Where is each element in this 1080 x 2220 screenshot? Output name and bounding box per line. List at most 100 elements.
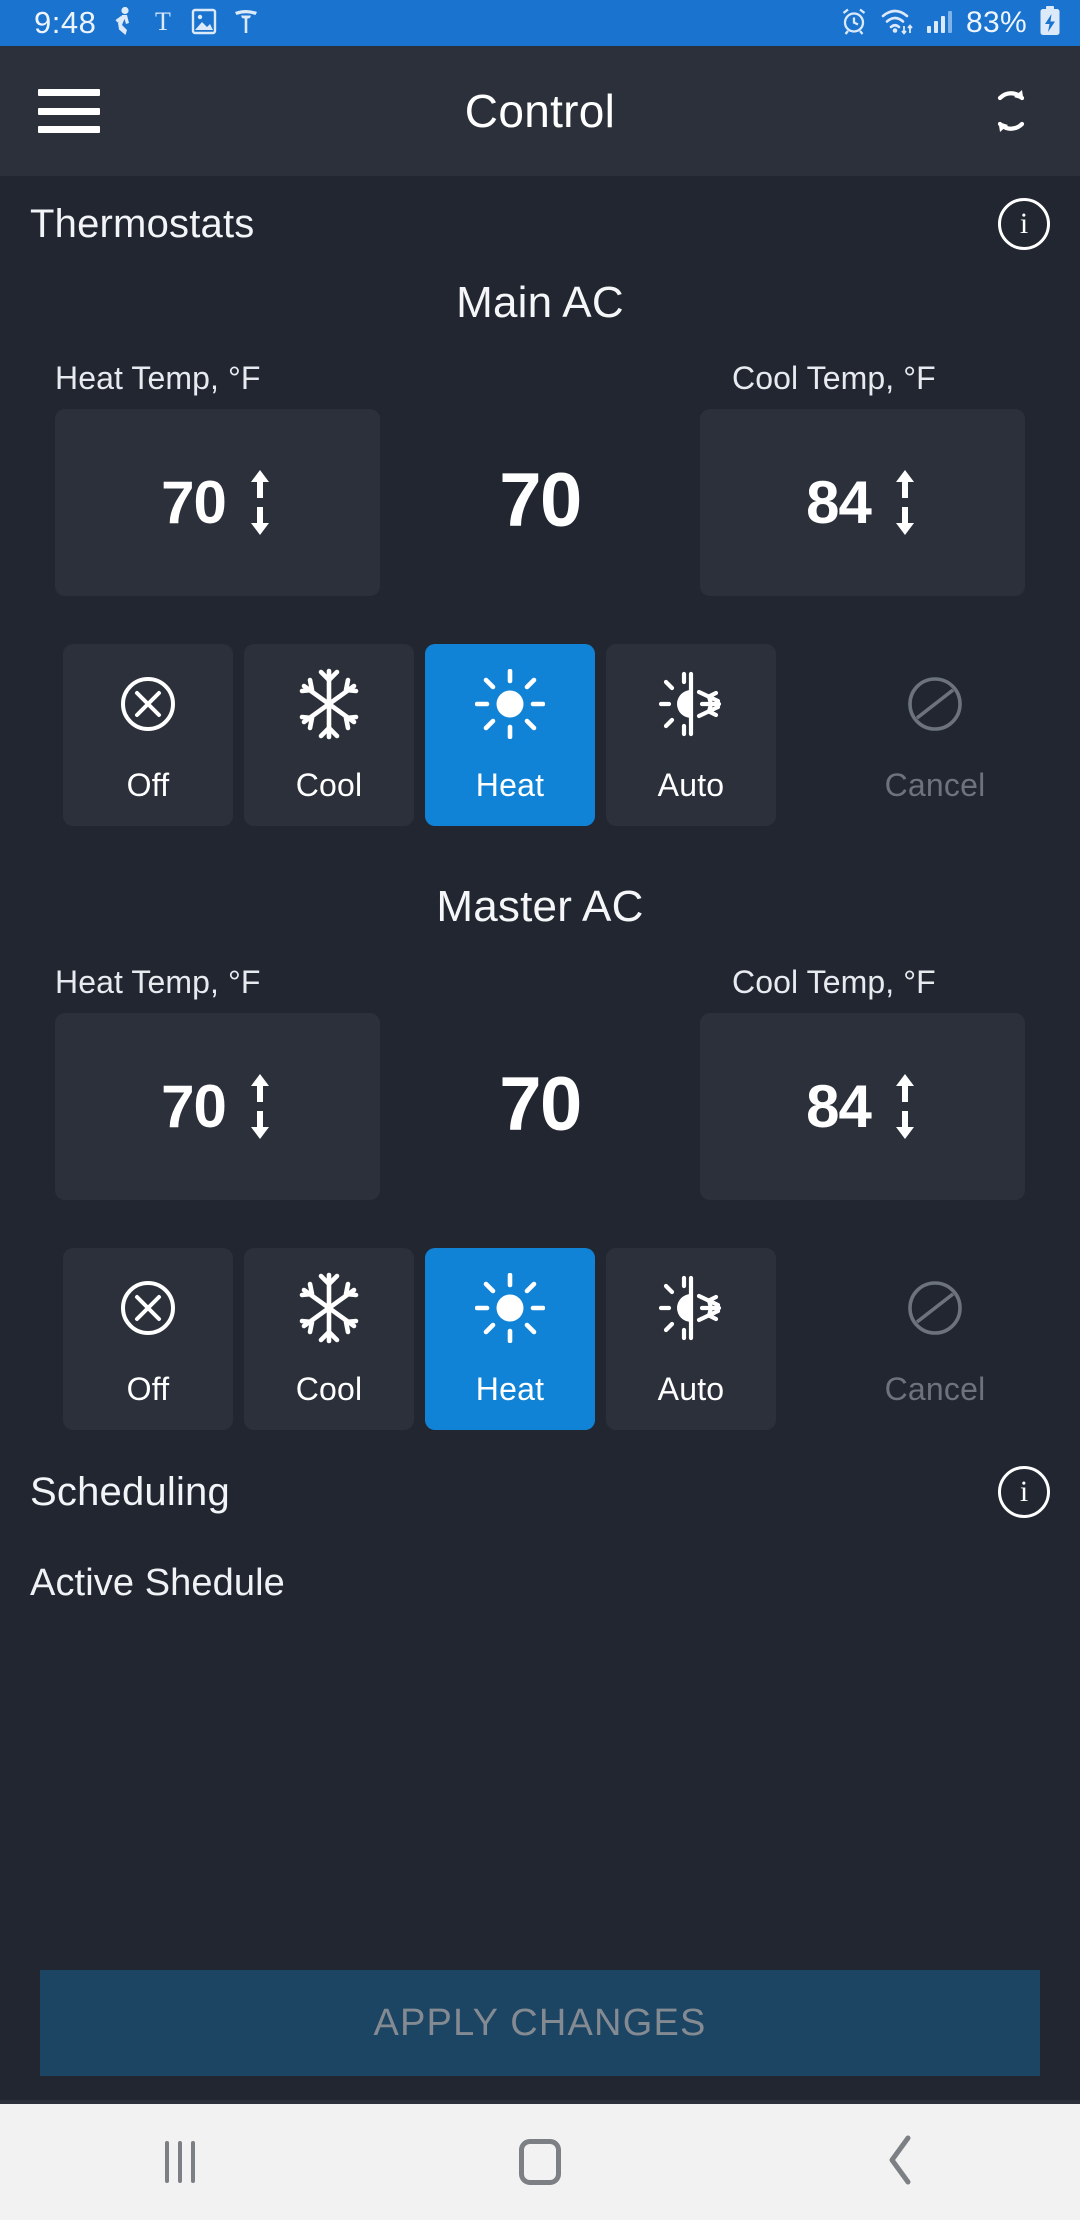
current-temp-value: 70: [499, 457, 582, 543]
snowflake-icon: [296, 1271, 362, 1345]
up-down-arrows-icon[interactable]: [246, 469, 274, 536]
home-icon: [519, 2139, 561, 2185]
cool-temp-stepper[interactable]: 84: [700, 409, 1025, 596]
no-entry-slash-icon: [902, 1271, 968, 1345]
recents-bar: [178, 2141, 182, 2183]
thermostat-card-main-ac: Main AC Heat Temp, °F 70 70 Cool Temp, °…: [0, 278, 1080, 826]
mode-button-cool[interactable]: Cool: [244, 1248, 414, 1430]
heat-temp-value: 70: [161, 1073, 227, 1140]
mode-button-row: Off Cool Heat Auto Cancel: [0, 644, 1080, 826]
recents-button[interactable]: [105, 2104, 255, 2220]
home-button[interactable]: [465, 2104, 615, 2220]
temperature-row: Heat Temp, °F 70 70 Cool Temp, °F 84: [0, 964, 1080, 1200]
mode-button-heat[interactable]: Heat: [425, 644, 595, 826]
status-bar-right: 83%: [839, 5, 1062, 42]
mode-label: Auto: [657, 1370, 725, 1407]
heat-temp-label: Heat Temp, °F: [55, 964, 261, 1000]
heat-temp-stepper[interactable]: 70: [55, 409, 380, 596]
up-down-arrows-icon[interactable]: [246, 1073, 274, 1140]
thermostat-card-master-ac: Master AC Heat Temp, °F 70 70 Cool Temp,…: [0, 882, 1080, 1430]
mode-button-cancel: Cancel: [850, 1248, 1020, 1430]
mode-button-cool[interactable]: Cool: [244, 644, 414, 826]
apply-changes-container: APPLY CHANGES: [0, 1970, 1080, 2076]
scheduling-section-title: Scheduling: [30, 1469, 230, 1514]
svg-text:T: T: [155, 7, 171, 36]
status-bar: 9:48 T 83%: [0, 0, 1080, 46]
up-down-arrows-icon[interactable]: [891, 1073, 919, 1140]
mode-button-auto[interactable]: Auto: [606, 1248, 776, 1430]
apply-changes-button[interactable]: APPLY CHANGES: [40, 1970, 1040, 2076]
power-off-circle-icon: [115, 667, 181, 741]
cool-temp-column: Cool Temp, °F 84: [700, 360, 1025, 596]
runkeeper-icon: [110, 6, 136, 41]
page-title: Control: [464, 85, 616, 137]
heat-temp-stepper[interactable]: 70: [55, 1013, 380, 1200]
cool-temp-column: Cool Temp, °F 84: [700, 964, 1025, 1200]
no-entry-slash-icon: [902, 667, 968, 741]
hamburger-menu-icon[interactable]: [38, 89, 100, 133]
active-schedule-label: Active Shedule: [30, 1562, 285, 1604]
current-temp-value: 70: [499, 1061, 582, 1147]
tesla-icon: [232, 6, 260, 41]
thermostats-info-icon[interactable]: i: [998, 198, 1050, 250]
wifi-icon: [880, 6, 914, 41]
app-root: 9:48 T 83% Control Thermostats i Main AC…: [0, 0, 1080, 2220]
cellular-signal-icon: [925, 6, 955, 41]
hamburger-bar: [38, 126, 100, 133]
mode-button-cancel: Cancel: [850, 644, 1020, 826]
mode-label: Cancel: [884, 766, 986, 803]
recents-icon: [165, 2141, 195, 2183]
thermostats-section-header: Thermostats i: [0, 176, 1080, 272]
sun-snowflake-auto-icon: [655, 1271, 727, 1345]
snowflake-icon: [296, 667, 362, 741]
mode-label: Cancel: [884, 1370, 986, 1407]
mode-button-row: Off Cool Heat Auto Cancel: [0, 1248, 1080, 1430]
battery-percent-label: 83%: [966, 6, 1027, 39]
temperature-row: Heat Temp, °F 70 70 Cool Temp, °F 84: [0, 360, 1080, 596]
refresh-sync-icon[interactable]: [980, 80, 1042, 142]
mode-label: Cool: [295, 766, 363, 803]
heat-temp-column: Heat Temp, °F 70: [55, 964, 380, 1200]
mode-label: Off: [126, 1370, 170, 1407]
heat-temp-column: Heat Temp, °F 70: [55, 360, 380, 596]
content-scroll-area[interactable]: Thermostats i Main AC Heat Temp, °F 70 7…: [0, 176, 1080, 2100]
recents-bar: [165, 2141, 169, 2183]
nytimes-icon: T: [150, 6, 176, 41]
back-chevron-icon: [882, 2133, 918, 2192]
app-bar: Control: [0, 46, 1080, 176]
sun-icon: [475, 1271, 545, 1345]
hamburger-bar: [38, 107, 100, 115]
mode-button-off[interactable]: Off: [63, 644, 233, 826]
mode-label: Heat: [475, 1370, 545, 1407]
up-down-arrows-icon[interactable]: [891, 469, 919, 536]
mode-label: Heat: [475, 766, 545, 803]
scheduling-info-icon[interactable]: i: [998, 1466, 1050, 1518]
android-navigation-bar: [0, 2100, 1080, 2220]
mode-label: Cool: [295, 1370, 363, 1407]
sun-snowflake-auto-icon: [655, 667, 727, 741]
battery-charging-icon: [1038, 5, 1062, 42]
mode-button-off[interactable]: Off: [63, 1248, 233, 1430]
mode-label: Off: [126, 766, 170, 803]
recents-bar: [191, 2141, 195, 2183]
current-temp-display: 70: [380, 360, 700, 596]
power-off-circle-icon: [115, 1271, 181, 1345]
device-name: Master AC: [436, 882, 644, 931]
cool-temp-value: 84: [806, 469, 872, 536]
mode-button-auto[interactable]: Auto: [606, 644, 776, 826]
hamburger-bar: [38, 89, 100, 96]
back-button[interactable]: [825, 2104, 975, 2220]
cool-temp-stepper[interactable]: 84: [700, 1013, 1025, 1200]
alarm-icon: [839, 6, 869, 41]
mode-row-spacer: [787, 1248, 839, 1430]
heat-temp-label: Heat Temp, °F: [55, 360, 261, 396]
current-temp-display: 70: [380, 964, 700, 1200]
cool-temp-value: 84: [806, 1073, 872, 1140]
cool-temp-label: Cool Temp, °F: [732, 360, 936, 396]
thermostats-section-title: Thermostats: [30, 201, 255, 246]
mode-label: Auto: [657, 766, 725, 803]
scheduling-section-header: Scheduling i: [0, 1444, 1080, 1540]
mode-button-heat[interactable]: Heat: [425, 1248, 595, 1430]
device-name: Main AC: [456, 278, 624, 327]
sun-icon: [475, 667, 545, 741]
